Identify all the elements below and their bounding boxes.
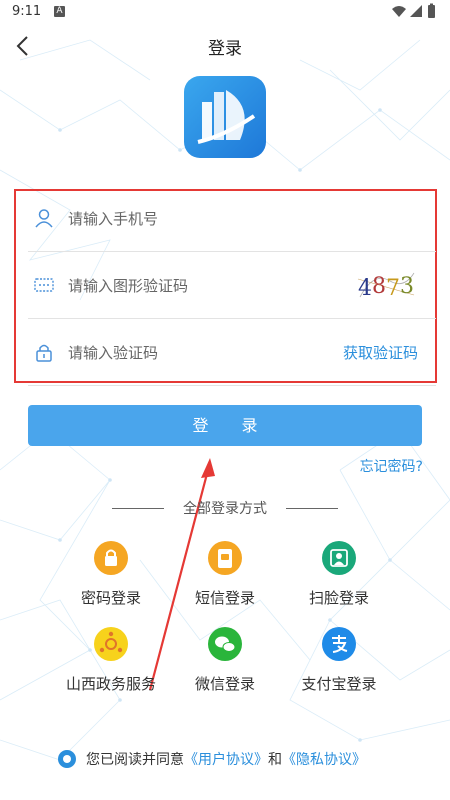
alipay-icon (322, 627, 356, 661)
sms-login-option[interactable]: 短信登录 (170, 541, 280, 611)
method-label: 密码登录 (80, 589, 141, 607)
sms-icon (208, 541, 242, 575)
status-time: 9:11 (12, 4, 42, 19)
battery-icon (428, 5, 435, 18)
captcha-row[interactable]: 请输入图形验证码 4 8 7 3 (16, 253, 436, 319)
agreement-prefix: 您已阅读并同意 (86, 752, 184, 768)
user-agreement-link[interactable]: 《用户协议》 (184, 752, 268, 768)
sms-code-input[interactable]: 请输入验证码 (68, 342, 158, 363)
forgot-password-link[interactable]: 忘记密码? (360, 456, 423, 476)
lock-icon (36, 344, 52, 362)
wifi-icon (392, 6, 406, 17)
app-logo (184, 76, 266, 158)
gov-service-login-option[interactable]: 山西政务服务 (56, 627, 166, 697)
notification-badge: A (54, 6, 65, 17)
page-title: 登录 (208, 39, 242, 59)
wechat-icon (208, 627, 242, 661)
svg-text:3: 3 (400, 274, 414, 299)
sms-code-row[interactable]: 请输入验证码 获取验证码 (16, 320, 436, 386)
alipay-login-option[interactable]: 支付宝登录 (284, 627, 394, 697)
method-label: 山西政务服务 (65, 675, 156, 693)
svg-text:8: 8 (372, 274, 386, 299)
wechat-login-option[interactable]: 微信登录 (170, 627, 280, 697)
face-login-option[interactable]: 扫脸登录 (284, 541, 394, 611)
method-label: 短信登录 (194, 589, 255, 607)
status-icons (392, 3, 435, 18)
phone-row[interactable]: 请输入手机号 (16, 186, 436, 252)
method-label: 微信登录 (194, 675, 255, 693)
agreement-radio[interactable] (58, 750, 76, 768)
svg-text:7: 7 (386, 276, 400, 301)
divider-label: 全部登录方式 (183, 501, 267, 517)
agreement-and: 和 (268, 752, 282, 768)
nav-bar: 登录 (0, 24, 450, 68)
gov-service-icon (94, 627, 128, 661)
status-bar: 9:11 A (0, 0, 450, 24)
password-login-option[interactable]: 密码登录 (56, 541, 166, 611)
login-button[interactable]: 登 录 (28, 405, 422, 446)
face-scan-icon (322, 541, 356, 575)
user-icon (35, 209, 53, 228)
method-label: 支付宝登录 (301, 675, 377, 693)
keyboard-icon (34, 278, 54, 292)
login-methods-divider: 全部登录方式 (112, 498, 338, 518)
signal-icon (410, 5, 422, 17)
privacy-policy-link[interactable]: 《隐私协议》 (282, 752, 366, 768)
captcha-input[interactable]: 请输入图形验证码 (68, 275, 188, 296)
phone-input[interactable]: 请输入手机号 (68, 208, 158, 229)
captcha-image[interactable]: 4 8 7 3 (354, 267, 418, 303)
get-code-button[interactable]: 获取验证码 (343, 342, 418, 363)
lock-icon (94, 541, 128, 575)
svg-text:4: 4 (358, 276, 372, 301)
method-label: 扫脸登录 (308, 589, 369, 607)
